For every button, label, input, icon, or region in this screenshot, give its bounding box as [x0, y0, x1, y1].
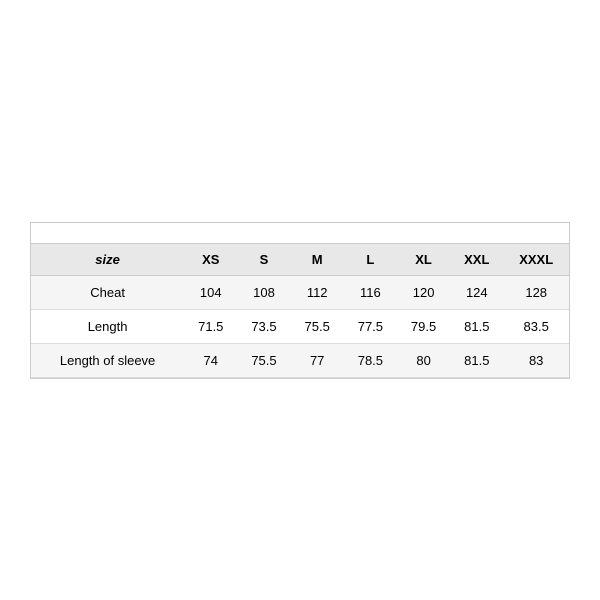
table-row: Cheat104108112116120124128	[31, 275, 569, 309]
cell-0-4: 120	[397, 275, 450, 309]
header-col-3: M	[291, 244, 344, 276]
cell-0-1: 108	[237, 275, 290, 309]
cell-0-0: 104	[184, 275, 237, 309]
size-chart-table: sizeXSSMLXLXXLXXXL Cheat1041081121161201…	[31, 244, 569, 378]
cell-2-3: 78.5	[344, 343, 397, 377]
header-col-1: XS	[184, 244, 237, 276]
cell-0-3: 116	[344, 275, 397, 309]
cell-1-1: 73.5	[237, 309, 290, 343]
header-col-6: XXL	[450, 244, 503, 276]
table-header-row: sizeXSSMLXLXXLXXXL	[31, 244, 569, 276]
table-row: Length of sleeve7475.57778.58081.583	[31, 343, 569, 377]
header-col-2: S	[237, 244, 290, 276]
cell-1-2: 75.5	[291, 309, 344, 343]
size-chart-container: sizeXSSMLXLXXLXXXL Cheat1041081121161201…	[30, 222, 570, 379]
cell-2-1: 75.5	[237, 343, 290, 377]
table-body: Cheat104108112116120124128Length71.573.5…	[31, 275, 569, 377]
cell-1-0: 71.5	[184, 309, 237, 343]
cell-0-2: 112	[291, 275, 344, 309]
cell-2-0: 74	[184, 343, 237, 377]
cell-2-5: 81.5	[450, 343, 503, 377]
cell-1-6: 83.5	[503, 309, 569, 343]
row-label-2: Length of sleeve	[31, 343, 184, 377]
row-label-0: Cheat	[31, 275, 184, 309]
cell-1-3: 77.5	[344, 309, 397, 343]
cell-2-6: 83	[503, 343, 569, 377]
table-row: Length71.573.575.577.579.581.583.5	[31, 309, 569, 343]
cell-1-4: 79.5	[397, 309, 450, 343]
row-label-1: Length	[31, 309, 184, 343]
chart-title	[31, 223, 569, 244]
header-col-4: L	[344, 244, 397, 276]
cell-2-2: 77	[291, 343, 344, 377]
cell-0-5: 124	[450, 275, 503, 309]
cell-1-5: 81.5	[450, 309, 503, 343]
header-col-5: XL	[397, 244, 450, 276]
header-col-7: XXXL	[503, 244, 569, 276]
cell-0-6: 128	[503, 275, 569, 309]
cell-2-4: 80	[397, 343, 450, 377]
header-col-0: size	[31, 244, 184, 276]
